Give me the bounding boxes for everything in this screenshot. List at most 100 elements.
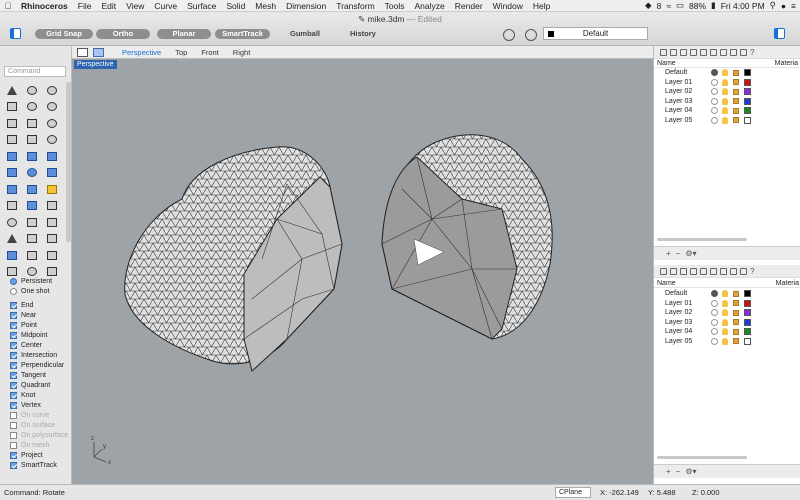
boolean-tool-icon[interactable] (22, 198, 42, 215)
layer-row[interactable]: Layer 04 (654, 327, 800, 337)
lightbulb-icon[interactable] (722, 107, 728, 115)
history-button[interactable]: History (350, 29, 376, 39)
planar-mode-icon[interactable] (503, 29, 515, 41)
checkbox[interactable] (10, 311, 17, 319)
current-layer-indicator[interactable] (711, 309, 718, 317)
environment-icon[interactable] (710, 267, 717, 275)
options-icon[interactable] (740, 48, 747, 56)
render-icon[interactable] (730, 48, 737, 56)
osnap-project[interactable]: Project (10, 450, 70, 460)
select-tool-icon[interactable] (2, 82, 22, 99)
menu-list-icon[interactable]: ≡ (791, 1, 796, 11)
options-icon[interactable] (740, 267, 747, 275)
clock[interactable]: Fri 4:00 PM (721, 1, 765, 11)
add-layer-icon[interactable]: + (666, 249, 671, 258)
lightbulb-icon[interactable] (722, 88, 728, 96)
polyline-tool-icon[interactable] (2, 99, 22, 116)
help-icon[interactable]: ? (750, 48, 754, 57)
tab-right[interactable]: Right (233, 48, 251, 57)
osnap-quadrant[interactable]: Quadrant (10, 380, 70, 390)
menu-help[interactable]: Help (528, 1, 555, 11)
lock-icon[interactable] (733, 300, 739, 307)
osnap-intersection[interactable]: Intersection (10, 350, 70, 360)
layer-row[interactable]: Layer 03 (654, 318, 800, 328)
blend-tool-icon[interactable] (42, 132, 62, 149)
lightbulb-icon[interactable] (722, 69, 728, 77)
layer-row[interactable]: Default (654, 68, 800, 78)
menu-render[interactable]: Render (450, 1, 488, 11)
checkbox[interactable] (10, 381, 17, 389)
apple-icon[interactable]:  (0, 1, 16, 11)
toggle-left-panel-icon[interactable] (10, 28, 21, 39)
object-icon[interactable] (690, 48, 697, 56)
lightbulb-icon[interactable] (722, 290, 728, 298)
cage-tool-icon[interactable] (42, 214, 62, 231)
osnap-center[interactable]: Center (10, 340, 70, 350)
layer-scrollbar[interactable] (657, 238, 747, 241)
menu-view[interactable]: View (121, 1, 149, 11)
circle-tool-icon[interactable] (42, 99, 62, 116)
layer-row[interactable]: Layer 02 (654, 308, 800, 318)
join-tool-icon[interactable] (2, 198, 22, 215)
lightbulb-icon[interactable] (722, 309, 728, 317)
tab-front[interactable]: Front (201, 48, 219, 57)
environment-icon[interactable] (710, 48, 717, 56)
help-icon[interactable]: ? (750, 267, 754, 276)
command-input[interactable]: Command (4, 66, 66, 77)
current-layer-indicator[interactable] (711, 107, 718, 115)
layer-color-swatch[interactable] (744, 299, 751, 307)
menu-file[interactable]: File (73, 1, 97, 11)
osnap-tangent[interactable]: Tangent (10, 370, 70, 380)
loft-tool-icon[interactable] (22, 148, 42, 165)
osnap-near[interactable]: Near (10, 310, 70, 320)
layer-color-swatch[interactable] (744, 97, 751, 105)
lock-icon[interactable] (733, 98, 739, 105)
perspective-viewport[interactable]: Perspective x y z (72, 59, 653, 484)
surface-tool-icon[interactable] (2, 148, 22, 165)
text-tool-icon[interactable] (2, 231, 22, 248)
battery-icon[interactable]: ▮ (711, 0, 716, 11)
name-column-header[interactable]: Name (657, 60, 676, 67)
head-mesh-left[interactable] (124, 146, 343, 372)
layer-color-swatch[interactable] (744, 116, 751, 124)
osnap-persistent[interactable]: Persistent (10, 276, 70, 286)
current-layer-indicator[interactable] (711, 69, 718, 77)
current-layer-indicator[interactable] (711, 97, 718, 105)
lock-icon[interactable] (733, 69, 739, 76)
light-icon[interactable] (720, 48, 727, 56)
lock-icon[interactable] (733, 328, 739, 335)
lock-icon[interactable] (733, 290, 739, 297)
layer-options-gear-icon[interactable]: ⚙▾ (685, 249, 696, 258)
curve-tool-icon[interactable] (42, 82, 62, 99)
lock-icon[interactable] (733, 107, 739, 114)
layer-row[interactable]: Default (654, 289, 800, 299)
checkbox[interactable] (10, 331, 17, 339)
current-layer-indicator[interactable] (711, 328, 718, 336)
smarttrack-button[interactable]: SmartTrack (215, 29, 270, 39)
osnap-point[interactable]: Point (10, 320, 70, 330)
menu-dimension[interactable]: Dimension (281, 1, 331, 11)
osnap-one-shot[interactable]: One shot (10, 286, 70, 296)
airplay-icon[interactable]: ▭ (676, 0, 684, 11)
toggle-right-panel-icon[interactable] (774, 28, 785, 39)
fillet-tool-icon[interactable] (2, 132, 22, 149)
remove-layer-icon[interactable]: − (676, 249, 681, 258)
layer-row[interactable]: Layer 01 (654, 78, 800, 88)
layer-row[interactable]: Layer 04 (654, 106, 800, 116)
layer-color-swatch[interactable] (744, 309, 751, 317)
layer-color-swatch[interactable] (744, 88, 751, 96)
scale-tool-icon[interactable] (42, 247, 62, 264)
lightbulb-icon[interactable] (722, 318, 728, 326)
lock-icon[interactable] (733, 88, 739, 95)
trim-tool-icon[interactable] (2, 214, 22, 231)
menu-transform[interactable]: Transform (331, 1, 379, 11)
checkbox[interactable] (10, 391, 17, 399)
status-number[interactable]: 8 (657, 1, 662, 11)
lightbulb-icon[interactable] (722, 299, 728, 307)
osnap-vertex[interactable]: Vertex (10, 400, 70, 410)
lock-icon[interactable] (733, 319, 739, 326)
wifi-icon[interactable]: ≈ (666, 1, 671, 11)
single-viewport-icon[interactable] (93, 47, 104, 57)
object-icon[interactable] (690, 267, 697, 275)
menu-app-name[interactable]: Rhinoceros (16, 1, 73, 11)
